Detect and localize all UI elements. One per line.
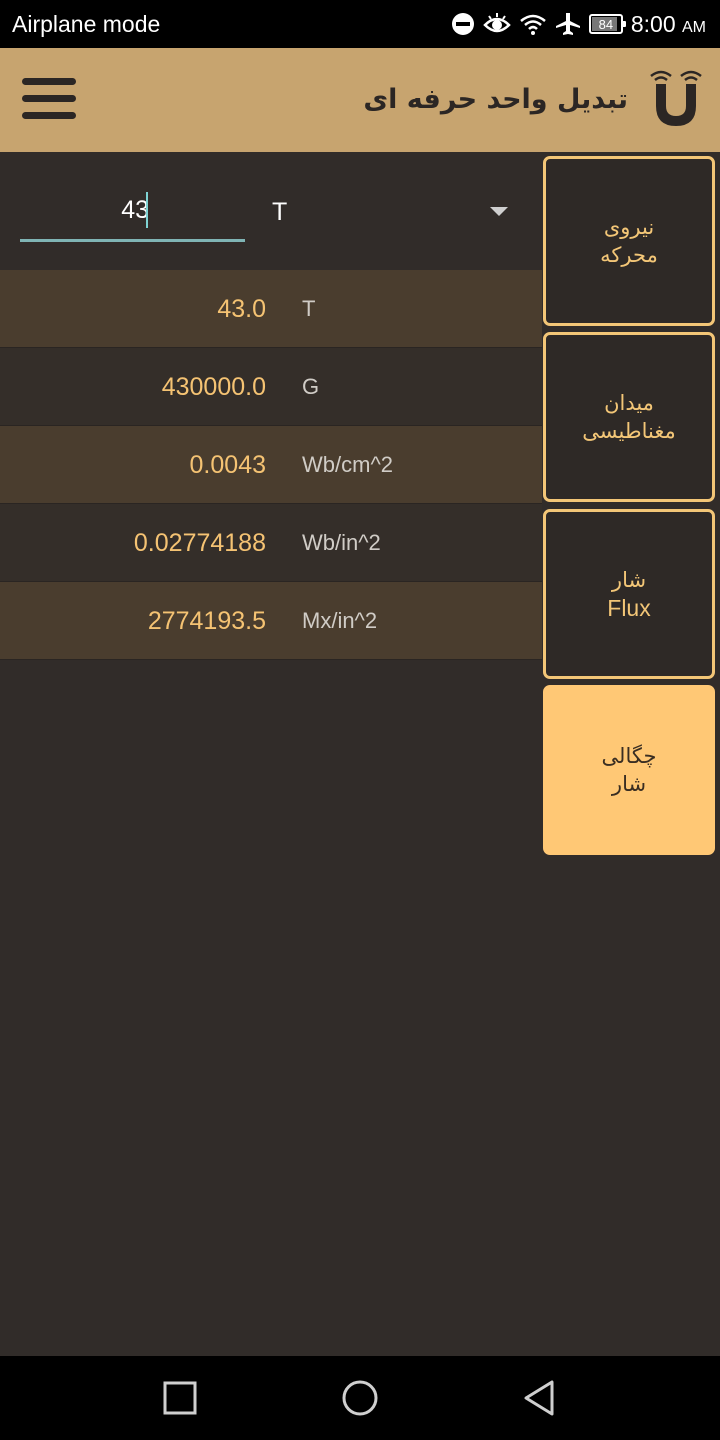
category-label-line2: محرکه [600, 243, 658, 267]
unit-dropdown-value: T [272, 198, 288, 226]
back-triangle-icon[interactable] [520, 1378, 560, 1418]
result-row: 2774193.5 Mx/in^2 [0, 582, 542, 660]
value-input[interactable] [20, 182, 245, 242]
category-label-line1: میدان [604, 391, 654, 415]
result-unit: Wb/in^2 [302, 530, 381, 555]
app-title: تبدیل واحد حرفه ای [363, 84, 628, 115]
clock-time: 8:00 [630, 10, 676, 37]
result-value: 2774193.5 [147, 607, 266, 635]
eye-icon [483, 13, 511, 33]
recents-square-icon[interactable] [160, 1378, 200, 1418]
result-unit: Mx/in^2 [302, 608, 378, 633]
results-list: 43.0 T 430000.0 G 0.0043 Wb/cm^2 0.02774… [0, 270, 542, 660]
result-value: 0.02774188 [133, 529, 266, 557]
airplane-icon [555, 13, 580, 35]
result-value: 430000.0 [161, 373, 266, 401]
result-unit: Wb/cm^2 [302, 452, 393, 477]
category-label-line1: شار [611, 568, 647, 592]
result-row: 0.0043 Wb/cm^2 [0, 426, 542, 504]
home-circle-icon[interactable] [340, 1378, 380, 1418]
category-button-flux[interactable]: شار Flux [543, 509, 715, 679]
result-value: 0.0043 [189, 451, 266, 479]
navigation-bar [0, 1356, 720, 1440]
status-bar: Airplane mode 84 8:00 AM [0, 0, 720, 48]
text-caret [146, 192, 148, 228]
category-label-line2: مغناطیسی [582, 419, 676, 443]
hamburger-menu-icon[interactable] [22, 78, 78, 122]
airplane-mode-label: Airplane mode [12, 11, 161, 37]
battery-icon: 84 [588, 14, 626, 34]
result-unit: T [302, 296, 316, 321]
category-button-magnetic-field[interactable]: میدان مغناطیسی [543, 332, 715, 502]
category-label-line1: نیروی [603, 215, 655, 239]
category-label-line2: شار [611, 772, 647, 796]
result-row: 43.0 T [0, 270, 542, 348]
dropdown-arrow-icon [490, 207, 508, 216]
result-unit: G [302, 374, 320, 399]
status-icons: 84 8:00 AM [451, 0, 706, 48]
category-button-magnetomotive-force[interactable]: نیروی محرکه [543, 156, 715, 326]
clock: 8:00 AM [631, 11, 706, 38]
category-label-line1: چگالی [601, 744, 657, 768]
unit-dropdown[interactable]: T [262, 180, 522, 244]
clock-suffix: AM [682, 18, 706, 36]
wifi-icon [520, 14, 546, 35]
magnet-icon [650, 70, 702, 126]
battery-level: 84 [598, 16, 614, 32]
result-row: 430000.0 G [0, 348, 542, 426]
category-label-line2: Flux [607, 595, 651, 621]
category-button-flux-density[interactable]: چگالی شار [543, 685, 715, 855]
result-row: 0.02774188 Wb/in^2 [0, 504, 542, 582]
do-not-disturb-icon [451, 13, 474, 35]
app-bar: تبدیل واحد حرفه ای [0, 48, 720, 152]
result-value: 43.0 [217, 295, 266, 323]
